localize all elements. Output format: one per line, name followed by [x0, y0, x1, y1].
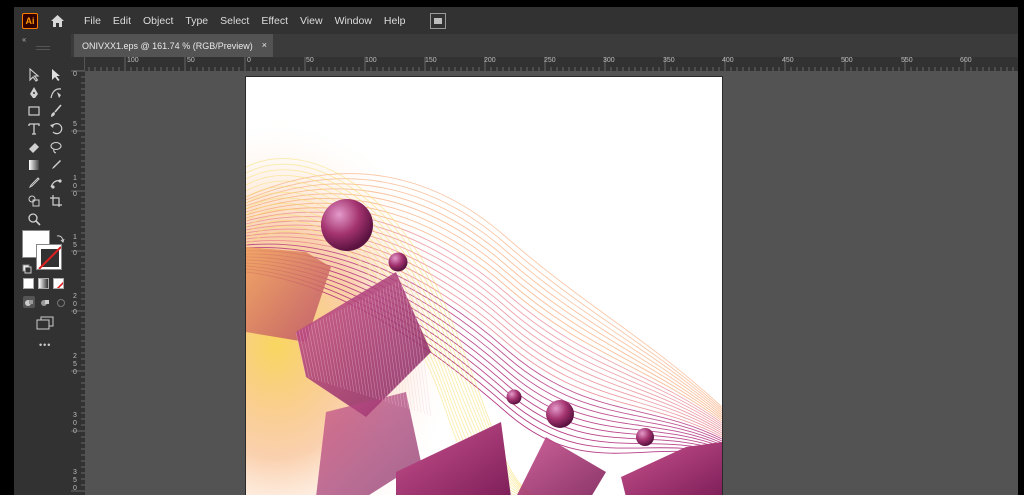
- ruler-label: 3 5 0: [73, 469, 77, 492]
- ruler-label: 300: [603, 57, 615, 64]
- collapse-panel-icon[interactable]: ‹‹: [22, 35, 26, 44]
- ruler-origin[interactable]: [71, 57, 85, 71]
- canvas-area[interactable]: [85, 71, 1018, 495]
- document-tab-label: ONIVXX1.eps @ 161.74 % (RGB/Preview): [82, 40, 253, 51]
- sphere: [321, 199, 373, 251]
- menu-object[interactable]: Object: [137, 15, 179, 27]
- none-mode-icon[interactable]: [53, 278, 64, 289]
- ruler-label: 400: [722, 57, 734, 64]
- tools-panel: ‹‹ •••: [14, 34, 71, 495]
- draw-normal-icon[interactable]: [23, 296, 35, 308]
- ruler-label: 100: [127, 57, 139, 64]
- zoom-tool-icon[interactable]: [26, 211, 42, 227]
- swap-fill-stroke-icon[interactable]: [55, 230, 65, 243]
- sphere: [636, 428, 654, 446]
- artwork[interactable]: [246, 77, 722, 495]
- document-tab[interactable]: ONIVXX1.eps @ 161.74 % (RGB/Preview) ×: [74, 34, 273, 57]
- ruler-label: 50: [306, 57, 314, 64]
- horizontal-ruler[interactable]: 100 50 0 50 100 150 200 250 300 350 400 …: [71, 57, 1018, 71]
- ruler-label: 1 0 0: [73, 175, 77, 198]
- close-tab-icon[interactable]: ×: [262, 40, 267, 50]
- menu-window[interactable]: Window: [329, 15, 378, 27]
- menu-view[interactable]: View: [294, 15, 329, 27]
- artboard[interactable]: [246, 77, 722, 495]
- menu-select[interactable]: Select: [214, 15, 255, 27]
- menu-edit[interactable]: Edit: [107, 15, 137, 27]
- paintbrush-tool-icon[interactable]: [48, 103, 64, 119]
- menu-list: File Edit Object Type Select Effect View…: [78, 15, 412, 27]
- ruler-label: 0: [73, 71, 77, 78]
- ruler-label: 2 0 0: [73, 293, 77, 316]
- type-tool-icon[interactable]: [26, 121, 42, 137]
- sphere: [388, 252, 408, 272]
- width-tool-icon[interactable]: [26, 175, 42, 191]
- illustrator-window: Ai File Edit Object Type Select Effect V…: [14, 7, 1018, 495]
- app-logo-icon: Ai: [22, 12, 38, 29]
- ruler-label: 150: [425, 57, 437, 64]
- draw-inside-icon[interactable]: [55, 296, 67, 308]
- screen-mode-icon[interactable]: [36, 316, 54, 330]
- ruler-label: 500: [841, 57, 853, 64]
- lasso-tool-icon[interactable]: [48, 139, 64, 155]
- rectangle-tool-icon[interactable]: [26, 103, 42, 119]
- ruler-label: 550: [901, 57, 913, 64]
- menu-bar: Ai File Edit Object Type Select Effect V…: [14, 7, 1018, 34]
- default-fill-stroke-icon[interactable]: [22, 261, 32, 274]
- menu-type[interactable]: Type: [179, 15, 214, 27]
- stroke-swatch[interactable]: [36, 244, 62, 270]
- menu-effect[interactable]: Effect: [255, 15, 294, 27]
- panel-grip[interactable]: [36, 46, 50, 50]
- menu-help[interactable]: Help: [378, 15, 412, 27]
- color-mode-icon[interactable]: [23, 278, 34, 289]
- gradient-tool-icon[interactable]: [26, 157, 42, 173]
- gradient-mode-icon[interactable]: [38, 278, 49, 289]
- ruler-label: 450: [782, 57, 794, 64]
- pen-tool-icon[interactable]: [26, 85, 42, 101]
- shape-builder-tool-icon[interactable]: [26, 193, 42, 209]
- ruler-label: 100: [365, 57, 377, 64]
- rotate-tool-icon[interactable]: [48, 121, 64, 137]
- prism-shape: [621, 442, 722, 495]
- ruler-label: 0: [247, 57, 251, 64]
- ruler-label: 250: [544, 57, 556, 64]
- ruler-label: 600: [960, 57, 972, 64]
- direct-selection-tool-icon[interactable]: [48, 67, 64, 83]
- more-tools-icon[interactable]: •••: [39, 340, 51, 350]
- vertical-ruler[interactable]: 0 5 0 1 0 0 1 5 0 2 0 0 2 5 0 3 0 0 3 5 …: [71, 71, 85, 495]
- draw-behind-icon[interactable]: [39, 296, 51, 308]
- sphere: [546, 400, 574, 428]
- blend-tool-icon[interactable]: [48, 175, 64, 191]
- document-tab-bar: ONIVXX1.eps @ 161.74 % (RGB/Preview) ×: [71, 34, 1018, 57]
- artboard-tool-icon[interactable]: [48, 193, 64, 209]
- ruler-label: 50: [187, 57, 195, 64]
- selection-tool-icon[interactable]: [26, 67, 42, 83]
- curvature-tool-icon[interactable]: [48, 85, 64, 101]
- home-icon[interactable]: [48, 12, 66, 30]
- eraser-tool-icon[interactable]: [26, 139, 42, 155]
- eyedropper-tool-icon[interactable]: [48, 157, 64, 173]
- ruler-label: 3 0 0: [73, 412, 77, 435]
- ruler-label: 350: [663, 57, 675, 64]
- sphere: [506, 389, 522, 405]
- ruler-label: 200: [484, 57, 496, 64]
- ruler-label: 5 0: [73, 121, 77, 136]
- ruler-label: 1 5 0: [73, 234, 77, 257]
- menu-file[interactable]: File: [78, 15, 107, 27]
- ruler-label: 2 5 0: [73, 353, 77, 376]
- workspace-switcher-icon[interactable]: [429, 12, 446, 29]
